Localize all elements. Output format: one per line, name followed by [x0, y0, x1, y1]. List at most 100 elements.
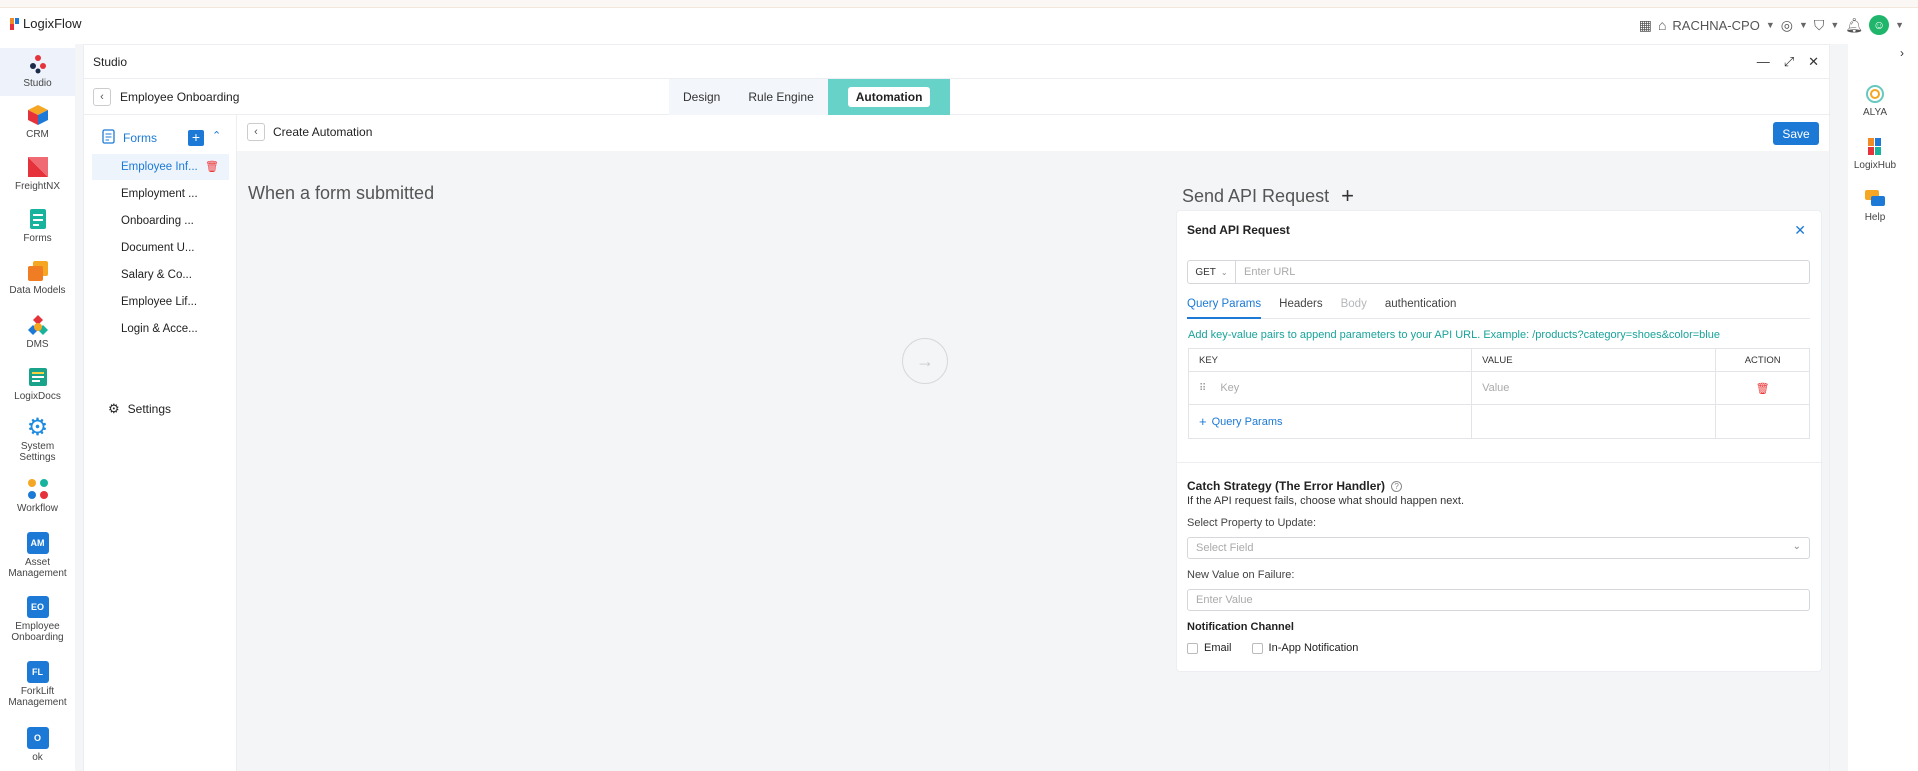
alya-icon	[1864, 83, 1886, 105]
gear-icon: ⚙	[108, 401, 120, 416]
rail-label: System	[20, 441, 55, 452]
gear-icon: ⚙	[26, 413, 49, 441]
tab-query-params[interactable]: Query Params	[1187, 295, 1262, 319]
employee-onboarding-badge-icon: EO	[26, 596, 49, 618]
chat-bubble-icon	[1864, 188, 1886, 210]
trash-icon[interactable]: 🗑︎	[205, 154, 219, 180]
back-button[interactable]: ‹	[247, 123, 265, 141]
minimize-icon[interactable]: —	[1757, 54, 1770, 70]
forms-header[interactable]: Forms + ⌃	[92, 127, 232, 149]
tab-design[interactable]: Design	[669, 79, 735, 115]
rail-label: ALYA	[1862, 107, 1888, 118]
crm-cube-icon	[27, 104, 49, 126]
rail-item-data-models[interactable]: Data Models	[0, 260, 75, 296]
email-label: Email	[1204, 642, 1232, 654]
form-item-label: Document U...	[121, 242, 195, 254]
form-item[interactable]: Employment ...	[92, 181, 229, 207]
user-tenant[interactable]: RACHNA-CPO	[1672, 18, 1759, 33]
add-query-param-button[interactable]: + Query Params	[1199, 414, 1283, 429]
back-button[interactable]: ‹	[93, 88, 111, 106]
email-checkbox[interactable]	[1187, 642, 1198, 654]
form-item[interactable]: Employee Inf... 🗑︎	[92, 154, 229, 180]
form-item-label: Onboarding ...	[121, 215, 194, 227]
action-title: Send API Request +	[1182, 183, 1354, 209]
tab-body[interactable]: Body	[1341, 295, 1367, 319]
drag-handle-icon[interactable]: ⠿	[1199, 383, 1206, 394]
chevron-up-icon[interactable]: ⌃	[212, 129, 221, 142]
tab-rule-engine[interactable]: Rule Engine	[734, 79, 828, 115]
rail-item-logixdocs[interactable]: LogixDocs	[0, 366, 75, 402]
tab-headers[interactable]: Headers	[1279, 295, 1322, 319]
url-input[interactable]	[1236, 260, 1810, 284]
studio-title: Studio	[93, 54, 128, 69]
key-cell[interactable]: ⠿ Key	[1189, 372, 1473, 404]
rail-label: ok	[32, 752, 43, 763]
rail-item-system-settings[interactable]: ⚙ System Settings	[0, 413, 75, 463]
rail-item-logixhub[interactable]: LogixHub	[1848, 136, 1902, 171]
rail-item-help[interactable]: Help	[1848, 188, 1902, 223]
asset-management-badge-icon: AM	[26, 532, 49, 554]
form-item[interactable]: Document U...	[92, 235, 229, 261]
globe-icon[interactable]: ◎	[1781, 17, 1793, 34]
notification-options: Email In-App Notification	[1187, 642, 1358, 654]
property-label: Select Property to Update:	[1187, 517, 1317, 529]
close-icon[interactable]: ✕	[1808, 54, 1819, 70]
chevron-right-icon[interactable]: ›	[1900, 46, 1916, 62]
rail-item-freightnx[interactable]: FreightNX	[0, 156, 75, 192]
language-caret-icon[interactable]: ▼	[1799, 20, 1808, 30]
trash-icon[interactable]: 🗑︎	[1756, 382, 1770, 395]
value-cell[interactable]: Value	[1472, 372, 1717, 404]
brand[interactable]: LogixFlow	[10, 16, 82, 31]
table-footer-row: + Query Params	[1189, 405, 1809, 438]
rail-label: Employee	[15, 621, 60, 632]
rail-label: DMS	[26, 339, 49, 350]
rail-item-asset-management[interactable]: AM Asset Management	[0, 532, 75, 579]
chevron-down-icon: ⌄	[1220, 267, 1228, 277]
avatar[interactable]: ☺	[1869, 15, 1890, 35]
apps-grid-icon[interactable]: ▦	[1639, 17, 1652, 34]
rail-label: Asset	[24, 557, 50, 568]
in-app-checkbox[interactable]	[1251, 642, 1263, 654]
query-params-hint: Add key-value pairs to append parameters…	[1188, 329, 1720, 341]
help-icon[interactable]: ?	[1391, 480, 1403, 492]
form-item[interactable]: Employee Lif...	[92, 289, 229, 315]
expand-icon[interactable]: ⤢	[1784, 54, 1794, 70]
rail-item-studio[interactable]: Studio	[0, 48, 75, 96]
tab-automation[interactable]: Automation	[827, 79, 951, 115]
save-button[interactable]: Save	[1773, 122, 1819, 145]
form-item[interactable]: Salary & Co...	[92, 262, 229, 288]
rail-item-crm[interactable]: CRM	[0, 104, 75, 140]
rail-label: Onboarding	[11, 632, 64, 643]
rail-item-ok[interactable]: O ok	[0, 727, 75, 763]
tab-label: Rule Engine	[748, 90, 814, 104]
form-item[interactable]: Onboarding ...	[92, 208, 229, 234]
settings-link[interactable]: ⚙ Settings	[108, 401, 171, 417]
add-action-icon[interactable]: +	[1341, 183, 1354, 209]
property-select[interactable]: Select Field ⌄	[1187, 537, 1810, 559]
rail-item-forms[interactable]: Forms	[0, 208, 75, 244]
home-icon[interactable]: ⌂	[1658, 17, 1666, 33]
rail-item-dms[interactable]: DMS	[0, 314, 75, 350]
in-app-label: In-App Notification	[1268, 642, 1359, 654]
tenant-caret-icon[interactable]: ▼	[1766, 20, 1775, 30]
breadcrumb: Employee Onboarding	[120, 90, 240, 104]
table-row: ⠿ Key Value 🗑︎	[1189, 372, 1809, 405]
method-select[interactable]: GET ⌄	[1187, 260, 1236, 284]
profile-caret-icon[interactable]: ▼	[1895, 20, 1904, 30]
close-icon[interactable]: ✕	[1794, 222, 1806, 239]
automation-title: Create Automation	[273, 125, 373, 139]
add-form-button[interactable]: +	[188, 130, 204, 146]
bell-icon[interactable]: 🔔︎	[1845, 17, 1863, 34]
form-item[interactable]: Login & Acce...	[92, 316, 229, 342]
rail-item-forklift-management[interactable]: FL ForkLift Management	[0, 661, 75, 708]
rail-item-alya[interactable]: ALYA	[1848, 83, 1902, 118]
theme-caret-icon[interactable]: ▼	[1830, 20, 1839, 30]
form-item-label: Salary & Co...	[121, 269, 192, 281]
form-item-label: Login & Acce...	[121, 323, 198, 335]
rail-item-workflow[interactable]: Workflow	[0, 478, 75, 514]
tab-authentication[interactable]: authentication	[1385, 295, 1457, 319]
shirt-icon[interactable]: ⛉	[1814, 17, 1825, 34]
rail-item-employee-onboarding[interactable]: EO Employee Onboarding	[0, 596, 75, 643]
failure-value-input[interactable]	[1187, 589, 1810, 611]
window-controls: — ⤢ ✕	[1757, 54, 1819, 70]
